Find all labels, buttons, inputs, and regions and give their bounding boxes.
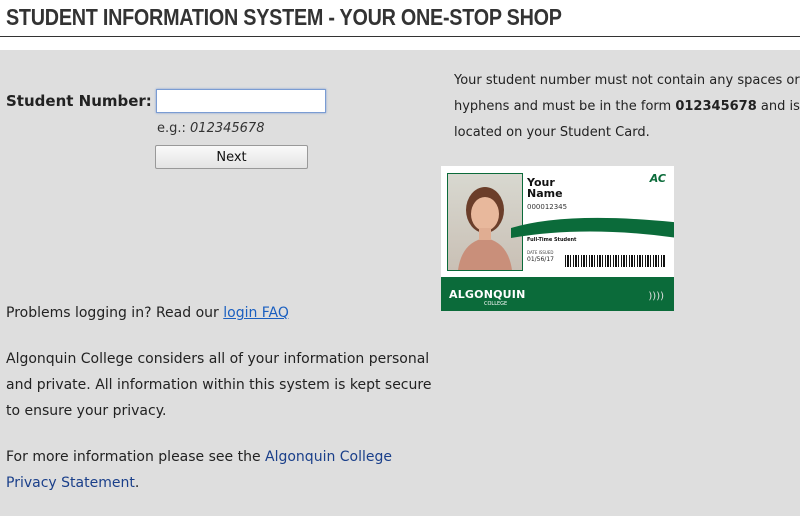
card-date-label: DATE ISSUED xyxy=(527,250,554,255)
student-number-input[interactable] xyxy=(156,89,326,113)
student-card-image: Your Name 000012345 AC Full-Time Student … xyxy=(441,166,674,311)
card-date: 01/56/17 xyxy=(527,256,554,263)
more-info: For more information please see the Algo… xyxy=(6,444,436,496)
card-name-line2: Name xyxy=(527,187,563,200)
more-info-end: . xyxy=(134,475,140,491)
barcode-icon xyxy=(565,255,665,267)
student-number-label: Student Number: xyxy=(6,92,152,110)
card-logo-sub: COLLEGE xyxy=(484,301,508,307)
student-number-help: Your student number must not contain any… xyxy=(454,68,800,146)
page-title: STUDENT INFORMATION SYSTEM - YOUR ONE-ST… xyxy=(6,4,562,30)
next-button[interactable]: Next xyxy=(155,145,308,169)
page-header: STUDENT INFORMATION SYSTEM - YOUR ONE-ST… xyxy=(0,0,800,37)
help-format: 012345678 xyxy=(675,99,757,114)
card-id: 000012345 xyxy=(527,203,568,211)
card-ac-mark: AC xyxy=(649,172,666,185)
card-logo: ALGONQUIN xyxy=(449,288,526,301)
card-name: Your Name xyxy=(527,177,563,199)
example-value: 012345678 xyxy=(190,121,265,136)
more-info-text: For more information please see the xyxy=(6,449,266,465)
login-faq-link[interactable]: login FAQ xyxy=(223,305,289,321)
login-problems: Problems logging in? Read our login FAQ xyxy=(6,300,446,326)
privacy-note: Algonquin College considers all of your … xyxy=(6,351,432,419)
example-hint: e.g.: 012345678 xyxy=(157,121,264,136)
login-problems-text: Problems logging in? Read our xyxy=(6,305,224,321)
card-status: Full-Time Student xyxy=(527,237,577,243)
main-panel: Student Number: e.g.: 012345678 Next You… xyxy=(0,50,800,516)
contactless-icon: )))) xyxy=(648,291,664,302)
example-prefix: e.g.: xyxy=(157,121,191,136)
